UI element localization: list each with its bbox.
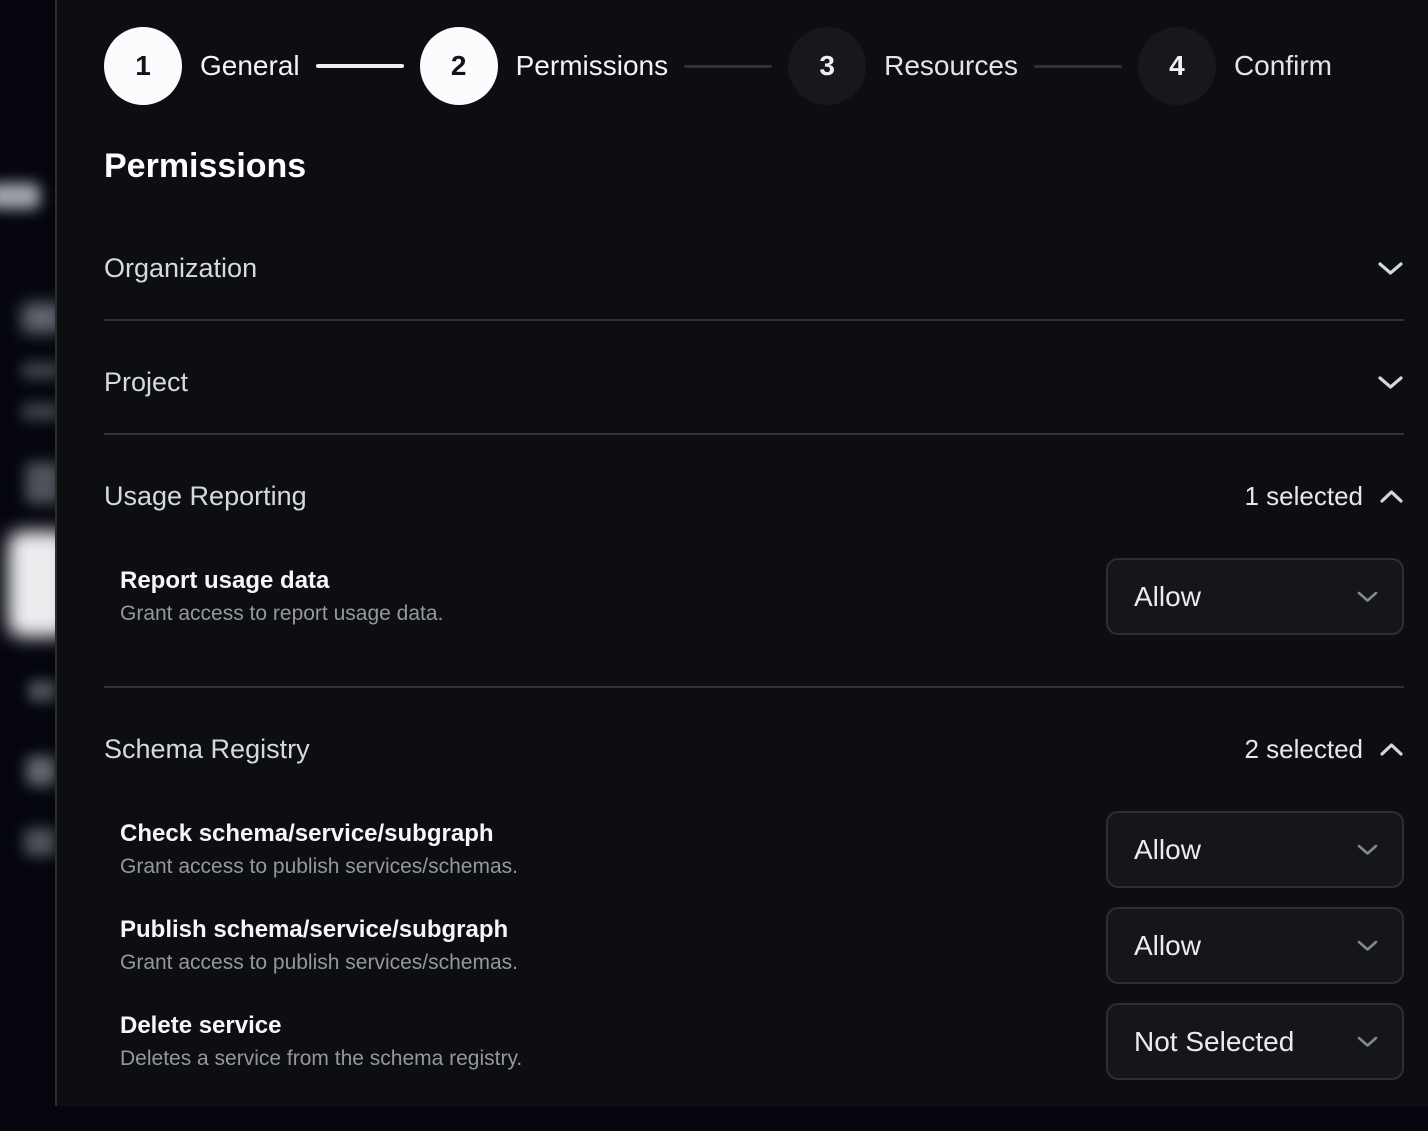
- step-connector: [684, 65, 772, 68]
- permission-row-delete-service: Delete service Deletes a service from th…: [104, 1003, 1404, 1080]
- wizard-stepper: 1 General 2 Permissions 3 Resources 4 Co…: [104, 27, 1404, 105]
- selected-count-badge: 1 selected: [1244, 481, 1363, 512]
- permission-title: Check schema/service/subgraph: [120, 820, 518, 848]
- permission-select-report-usage-data[interactable]: Allow: [1106, 558, 1404, 635]
- step-resources[interactable]: 3 Resources: [788, 27, 1018, 105]
- page-title: Permissions: [104, 146, 1404, 186]
- permissions-wizard-panel: 1 General 2 Permissions 3 Resources 4 Co…: [55, 0, 1428, 1106]
- permission-select-publish-schema[interactable]: Allow: [1106, 907, 1404, 984]
- chevron-down-icon: [1357, 939, 1378, 952]
- chevron-up-icon: [1379, 489, 1404, 504]
- permission-text: Check schema/service/subgraph Grant acce…: [120, 820, 518, 879]
- permission-text: Delete service Deletes a service from th…: [120, 1012, 522, 1071]
- section-meta: 1 selected: [1244, 481, 1404, 512]
- step-confirm[interactable]: 4 Confirm: [1138, 27, 1332, 105]
- permission-description: Grant access to publish services/schemas…: [120, 855, 518, 879]
- step-number-circle: 2: [420, 27, 498, 105]
- blurred-background-item: [28, 680, 56, 702]
- section-title: Project: [104, 366, 188, 398]
- step-general[interactable]: 1 General: [104, 27, 300, 105]
- selected-count-badge: 2 selected: [1244, 734, 1363, 765]
- section-title: Organization: [104, 252, 257, 284]
- section-usage-reporting: Usage Reporting 1 selected Report usage …: [104, 435, 1404, 688]
- chevron-down-icon: [1357, 843, 1378, 856]
- blurred-background-item: [26, 756, 56, 786]
- permission-text: Report usage data Grant access to report…: [120, 567, 443, 626]
- section-title: Schema Registry: [104, 733, 310, 765]
- section-schema-registry: Schema Registry 2 selected Check schema/…: [104, 688, 1404, 1131]
- step-connector: [316, 64, 404, 68]
- permission-row-report-usage-data: Report usage data Grant access to report…: [104, 558, 1404, 635]
- step-permissions[interactable]: 2 Permissions: [420, 27, 668, 105]
- step-number-circle: 1: [104, 27, 182, 105]
- permission-title: Report usage data: [120, 567, 443, 595]
- blurred-background-item: [0, 183, 40, 209]
- select-value: Allow: [1134, 834, 1201, 866]
- section-project: Project: [104, 321, 1404, 435]
- permission-select-delete-service[interactable]: Not Selected: [1106, 1003, 1404, 1080]
- section-organization-toggle[interactable]: Organization: [104, 207, 1404, 319]
- select-value: Allow: [1134, 930, 1201, 962]
- step-label: Resources: [884, 50, 1018, 82]
- blurred-background-item: [8, 531, 60, 637]
- section-usage-reporting-toggle[interactable]: Usage Reporting 1 selected: [104, 435, 1404, 512]
- chevron-down-icon: [1357, 1035, 1378, 1048]
- permission-text: Publish schema/service/subgraph Grant ac…: [120, 916, 518, 975]
- permission-title: Publish schema/service/subgraph: [120, 916, 518, 944]
- step-label: General: [200, 50, 300, 82]
- permission-list: Check schema/service/subgraph Grant acce…: [104, 811, 1404, 1131]
- step-number-circle: 3: [788, 27, 866, 105]
- permission-title: Delete service: [120, 1012, 522, 1040]
- permission-sections: Organization Project Usage Reporting 1 s…: [104, 207, 1404, 1131]
- chevron-down-icon: [1377, 260, 1404, 277]
- chevron-up-icon: [1379, 742, 1404, 757]
- step-number-circle: 4: [1138, 27, 1216, 105]
- step-label: Confirm: [1234, 50, 1332, 82]
- permission-description: Grant access to report usage data.: [120, 602, 443, 626]
- step-label: Permissions: [516, 50, 668, 82]
- chevron-down-icon: [1377, 374, 1404, 391]
- permission-description: Deletes a service from the schema regist…: [120, 1047, 522, 1071]
- section-schema-registry-toggle[interactable]: Schema Registry 2 selected: [104, 688, 1404, 765]
- blurred-background-item: [24, 828, 56, 856]
- background-page: [0, 0, 60, 1106]
- section-project-toggle[interactable]: Project: [104, 321, 1404, 433]
- step-connector: [1034, 65, 1122, 68]
- section-meta: 2 selected: [1244, 734, 1404, 765]
- permission-select-check-schema[interactable]: Allow: [1106, 811, 1404, 888]
- permission-description: Grant access to publish services/schemas…: [120, 951, 518, 975]
- permission-row-publish-schema: Publish schema/service/subgraph Grant ac…: [104, 907, 1404, 984]
- chevron-down-icon: [1357, 590, 1378, 603]
- section-title: Usage Reporting: [104, 480, 307, 512]
- select-value: Not Selected: [1134, 1026, 1294, 1058]
- permission-list: Report usage data Grant access to report…: [104, 558, 1404, 686]
- select-value: Allow: [1134, 581, 1201, 613]
- permission-row-check-schema: Check schema/service/subgraph Grant acce…: [104, 811, 1404, 888]
- section-organization: Organization: [104, 207, 1404, 321]
